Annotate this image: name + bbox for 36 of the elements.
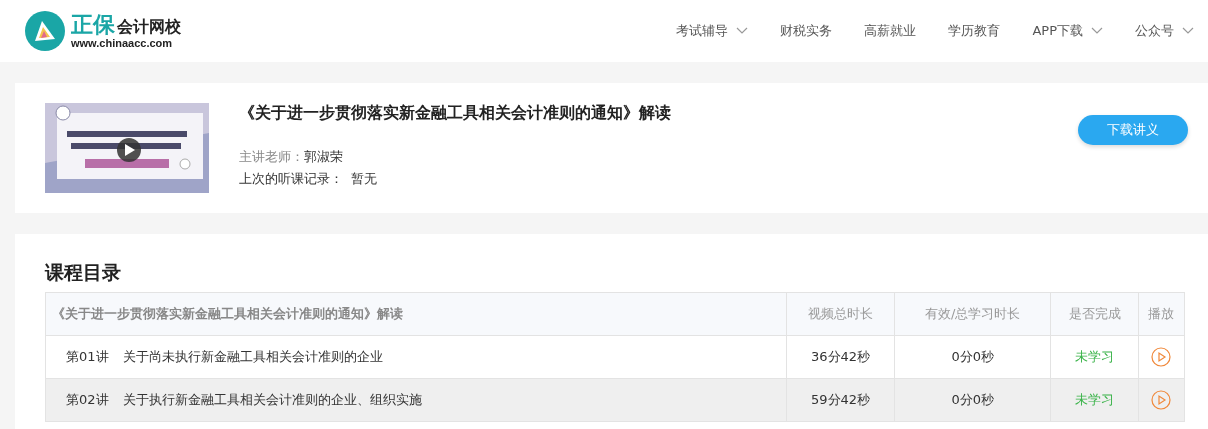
nav-link[interactable]: 财税实务	[780, 22, 833, 40]
history-value: 暂无	[351, 171, 377, 186]
column-header: 视频总时长	[786, 292, 895, 336]
chevron-down-icon	[1182, 27, 1194, 35]
lesson-title: 关于尚未执行新金融工具相关会计准则的企业	[122, 349, 383, 364]
study-time: 0分0秒	[951, 349, 995, 364]
nav-link[interactable]: 考试辅导	[676, 22, 749, 40]
column-header: 播放	[1138, 292, 1185, 336]
completion-status: 未学习	[1075, 392, 1115, 407]
study-time: 0分0秒	[951, 392, 995, 407]
play-icon[interactable]	[1151, 347, 1172, 367]
history-label: 上次的听课记录：	[239, 171, 343, 186]
teacher-label: 主讲老师：	[239, 149, 304, 164]
completion-status: 未学习	[1075, 349, 1115, 364]
lesson-number: 第01讲	[66, 349, 109, 364]
catalog-heading: 课程目录	[45, 260, 122, 285]
course-title: 《关于进一步贯彻落实新金融工具相关会计准则的通知》解读	[239, 103, 672, 124]
column-header: 是否完成	[1050, 292, 1139, 336]
logo-url: www.chinaacc.com	[71, 37, 174, 50]
teacher-name: 郭淑荣	[304, 149, 343, 164]
logo-icon	[25, 11, 65, 51]
nav-link[interactable]: APP下载	[1032, 22, 1103, 40]
column-header: 《关于进一步贯彻落实新金融工具相关会计准则的通知》解读	[45, 292, 787, 336]
video-duration: 59分42秒	[811, 392, 871, 407]
logo-name: 会计网校	[117, 18, 181, 37]
chevron-down-icon	[736, 27, 749, 35]
play-icon[interactable]	[1151, 390, 1172, 410]
chevron-down-icon	[1091, 27, 1103, 35]
column-header: 有效/总学习时长	[894, 292, 1051, 336]
video-duration: 36分42秒	[811, 349, 871, 364]
nav-link[interactable]: 公众号	[1135, 22, 1194, 40]
lesson-title: 关于执行新金融工具相关会计准则的企业、组织实施	[122, 392, 422, 407]
nav-link[interactable]: 学历教育	[948, 22, 1001, 40]
logo-brand: 正保	[71, 12, 115, 38]
nav-link[interactable]: 高薪就业	[864, 22, 917, 40]
lesson-number: 第02讲	[66, 392, 109, 407]
